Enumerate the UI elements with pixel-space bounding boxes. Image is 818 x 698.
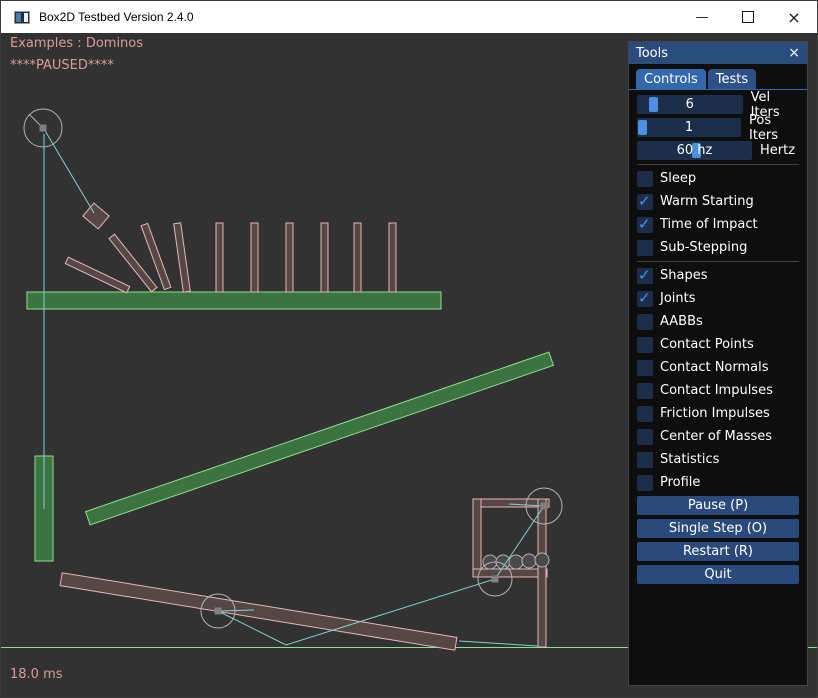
- tabbar: Controls Tests: [629, 69, 807, 90]
- pause-button[interactable]: Pause (P): [637, 496, 799, 515]
- joint-line-ground: [459, 641, 538, 646]
- panel-close-icon[interactable]: ×: [788, 46, 800, 60]
- pendulum-box[interactable]: [83, 203, 109, 229]
- domino[interactable]: [321, 223, 328, 292]
- checkbox-contact-impulses[interactable]: ✓ Contact Impulses: [637, 381, 799, 400]
- domino-tilting[interactable]: [174, 223, 191, 292]
- tab-tests[interactable]: Tests: [708, 69, 756, 89]
- checkbox-sleep[interactable]: ✓ Sleep: [637, 169, 799, 188]
- pos-iters-slider[interactable]: 1: [637, 118, 741, 137]
- vel-iters-slider[interactable]: 6: [637, 95, 743, 114]
- checkbox-time-of-impact[interactable]: ✓ Time of Impact: [637, 215, 799, 234]
- checkbox-statistics[interactable]: ✓ Statistics: [637, 450, 799, 469]
- maximize-button[interactable]: [725, 1, 771, 33]
- restart-button[interactable]: Restart (R): [637, 542, 799, 561]
- single-step-button[interactable]: Single Step (O): [637, 519, 799, 538]
- hertz-slider[interactable]: 60 hz: [637, 141, 752, 160]
- pos-iters-slider-row: 1 Pos Iters: [637, 118, 799, 137]
- titlebar: Box2D Testbed Version 2.4.0 — ×: [1, 1, 817, 33]
- tab-controls[interactable]: Controls: [636, 69, 706, 89]
- joint-anchor: [215, 608, 222, 615]
- tools-panel-header[interactable]: Tools ×: [629, 42, 807, 64]
- separator: [637, 261, 799, 262]
- domino[interactable]: [389, 223, 396, 292]
- check-icon: ✓: [638, 266, 651, 284]
- checkbox-contact-points[interactable]: ✓ Contact Points: [637, 335, 799, 354]
- domino[interactable]: [354, 223, 361, 292]
- minimize-button[interactable]: —: [679, 1, 725, 33]
- check-icon: ✓: [638, 192, 651, 210]
- paused-label: ****PAUSED****: [10, 58, 114, 73]
- joint-line-pendulum: [44, 129, 94, 213]
- hertz-slider-row: 60 hz Hertz: [637, 141, 799, 160]
- frame-time-label: 18.0 ms: [10, 667, 63, 682]
- domino-platform: [27, 292, 441, 309]
- slider-label: Pos Iters: [749, 113, 799, 143]
- ball[interactable]: [535, 553, 549, 567]
- joint-anchor: [40, 125, 47, 132]
- close-icon: ×: [787, 8, 800, 27]
- domino[interactable]: [216, 223, 223, 292]
- app-icon: [14, 11, 30, 24]
- checkbox-contact-normals[interactable]: ✓ Contact Normals: [637, 358, 799, 377]
- minimize-icon: —: [696, 10, 709, 25]
- example-label: Examples : Dominos: [10, 36, 143, 51]
- checkbox-shapes[interactable]: ✓ Shapes: [637, 266, 799, 285]
- slider-label: Hertz: [760, 143, 795, 158]
- panel-content: 6 Vel Iters 1 Pos Iters 60 hz: [629, 90, 807, 584]
- ball[interactable]: [522, 554, 536, 568]
- checkbox-sub-stepping[interactable]: ✓ Sub-Stepping: [637, 238, 799, 257]
- window-controls: — ×: [679, 1, 817, 33]
- checkbox-friction-impulses[interactable]: ✓ Friction Impulses: [637, 404, 799, 423]
- domino[interactable]: [251, 223, 258, 292]
- checkbox-joints[interactable]: ✓ Joints: [637, 289, 799, 308]
- joint-anchor: [492, 576, 499, 583]
- checkbox-center-of-masses[interactable]: ✓ Center of Masses: [637, 427, 799, 446]
- checkbox-warm-starting[interactable]: ✓ Warm Starting: [637, 192, 799, 211]
- vel-iters-slider-row: 6 Vel Iters: [637, 95, 799, 114]
- check-icon: ✓: [638, 289, 651, 307]
- joint-anchor: [541, 503, 548, 510]
- maximize-icon: [742, 11, 754, 23]
- domino[interactable]: [286, 223, 293, 292]
- window-title: Box2D Testbed Version 2.4.0: [39, 10, 194, 24]
- seesaw-plank[interactable]: [60, 573, 457, 650]
- scene-canvas[interactable]: Examples : Dominos ****PAUSED**** 18.0 m…: [1, 33, 818, 698]
- domino-fallen[interactable]: [65, 257, 129, 293]
- ball[interactable]: [509, 555, 523, 569]
- tools-panel-title: Tools: [636, 46, 668, 61]
- checkbox-aabbs[interactable]: ✓ AABBs: [637, 312, 799, 331]
- separator: [637, 164, 799, 165]
- tools-panel: Tools × Controls Tests 6 Vel Iters: [628, 41, 808, 686]
- frame-right-post[interactable]: [538, 499, 546, 647]
- frame-left-post[interactable]: [473, 499, 481, 577]
- quit-button[interactable]: Quit: [637, 565, 799, 584]
- checkbox-profile[interactable]: ✓ Profile: [637, 473, 799, 492]
- app-window: Box2D Testbed Version 2.4.0 — ×: [0, 0, 818, 698]
- close-button[interactable]: ×: [771, 1, 817, 33]
- check-icon: ✓: [638, 215, 651, 233]
